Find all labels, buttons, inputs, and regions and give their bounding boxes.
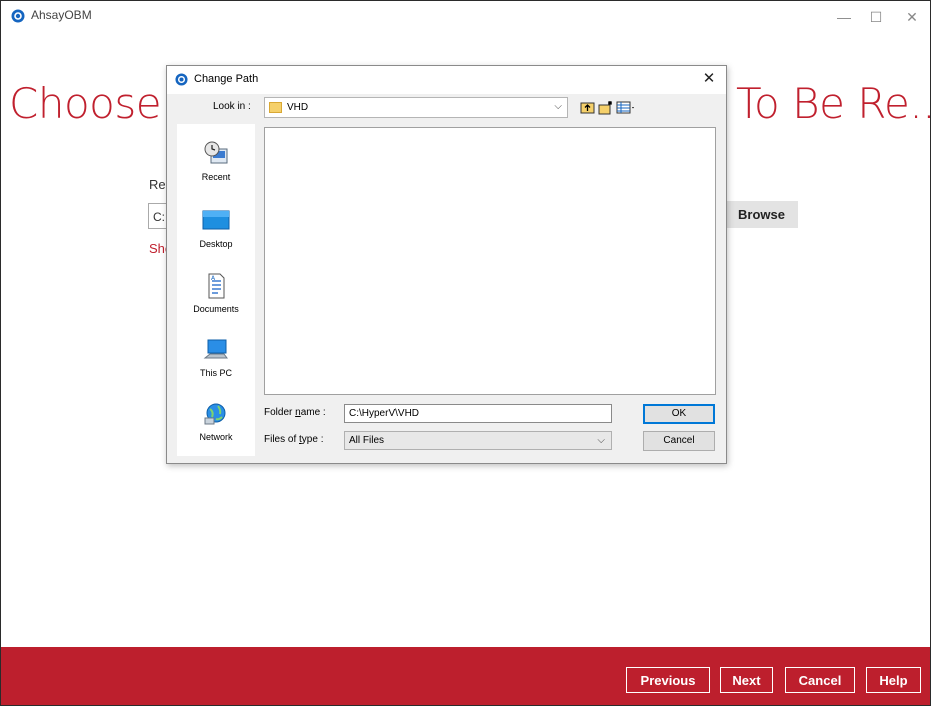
files-of-type-label: Files of type :	[264, 434, 324, 445]
previous-button[interactable]: Previous	[626, 667, 710, 693]
place-documents[interactable]: A Documents	[177, 272, 255, 330]
dialog-title: Change Path	[194, 73, 259, 85]
place-this-pc[interactable]: This PC	[177, 336, 255, 394]
app-logo-icon	[11, 9, 25, 23]
place-desktop[interactable]: Desktop	[177, 207, 255, 265]
folder-name-label: Folder name :	[264, 407, 326, 418]
help-button[interactable]: Help	[866, 667, 921, 693]
app-title: AhsayOBM	[31, 8, 92, 22]
documents-icon: A	[208, 273, 225, 299]
next-button[interactable]: Next	[720, 667, 773, 693]
footer-bar: Previous Next Cancel Help	[1, 647, 930, 705]
view-menu-icon[interactable]	[616, 100, 636, 115]
folder-icon	[269, 102, 282, 113]
look-in-value: VHD	[287, 102, 309, 113]
look-in-label: Look in :	[213, 101, 251, 112]
dialog-cancel-button[interactable]: Cancel	[643, 431, 715, 451]
desktop-icon	[202, 210, 230, 230]
places-sidebar: Recent Desktop A Documents This PC Netwo…	[177, 124, 255, 456]
place-documents-label: Documents	[193, 304, 239, 314]
dialog-ok-button[interactable]: OK	[643, 404, 715, 424]
title-bar: AhsayOBM — ☐ ✕	[1, 1, 930, 31]
place-recent-label: Recent	[201, 172, 231, 182]
file-list[interactable]	[264, 127, 716, 395]
folder-name-input[interactable]: C:\HyperV\VHD	[344, 404, 612, 423]
page-heading-right: To Be Re..	[736, 79, 931, 128]
browse-button[interactable]: Browse	[725, 201, 798, 228]
minimize-button[interactable]: —	[829, 7, 859, 27]
new-folder-icon[interactable]	[598, 100, 613, 115]
files-of-type-select[interactable]: All Files ⌵	[344, 431, 612, 450]
place-desktop-label: Desktop	[199, 239, 233, 249]
place-network-label: Network	[199, 432, 233, 442]
this-pc-icon	[203, 339, 228, 359]
place-recent[interactable]: Recent	[177, 140, 255, 198]
network-icon	[204, 403, 226, 425]
cancel-button[interactable]: Cancel	[785, 667, 855, 693]
files-of-type-value: All Files	[349, 435, 385, 446]
dialog-title-bar: Change Path ✕	[167, 66, 726, 94]
place-network[interactable]: Network	[177, 400, 255, 458]
recent-icon	[204, 141, 228, 164]
up-folder-icon[interactable]	[580, 100, 595, 115]
close-button[interactable]: ✕	[897, 7, 927, 27]
place-this-pc-label: This PC	[199, 368, 232, 378]
maximize-button[interactable]: ☐	[861, 7, 891, 27]
change-path-dialog: Change Path ✕ Look in : VHD ⌵ Recent Des…	[166, 65, 727, 464]
chevron-down-icon: ⌵	[597, 435, 605, 446]
dialog-close-button[interactable]: ✕	[698, 69, 720, 89]
chevron-down-icon: ⌵	[554, 101, 562, 112]
page-heading-left: Choose	[9, 79, 162, 128]
look-in-select[interactable]: VHD ⌵	[264, 97, 568, 118]
dialog-logo-icon	[175, 73, 188, 86]
